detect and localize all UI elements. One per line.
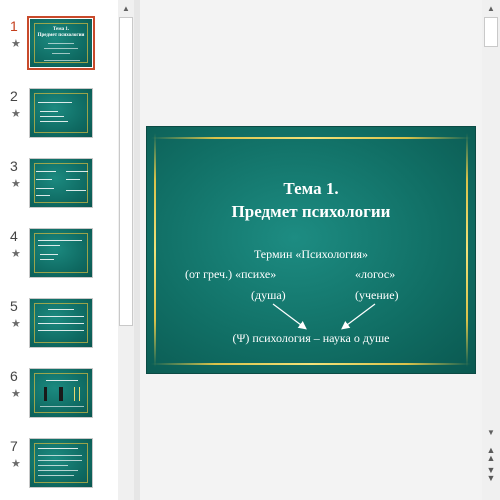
- slide-thumbnail-6[interactable]: 6 ★: [0, 368, 118, 430]
- text-line: [40, 254, 58, 255]
- text-line: [38, 323, 84, 324]
- text-line: [40, 406, 84, 407]
- conclusion-text[interactable]: (Ψ) психология – наука о душе: [147, 331, 475, 346]
- slide-thumbnail-4[interactable]: 4 ★: [0, 228, 118, 290]
- text-line: [38, 240, 82, 241]
- slide-number: 4: [10, 228, 18, 244]
- slide-preview[interactable]: [29, 298, 93, 348]
- text-line: [66, 190, 86, 191]
- down-arrow-icon[interactable]: ▼: [483, 424, 499, 440]
- arrow-right: [341, 303, 376, 330]
- double-down-arrow-icon[interactable]: ▼ ▼: [483, 466, 499, 483]
- slide-thumbnail-3[interactable]: 3 ★: [0, 158, 118, 220]
- text-line: [48, 309, 74, 310]
- text-line: [36, 171, 56, 172]
- current-slide[interactable]: Тема 1. Предмет психологии Термин «Психо…: [146, 126, 476, 374]
- text-line: [38, 330, 84, 331]
- figure-shape: [59, 387, 63, 401]
- figure-shape: [44, 387, 47, 401]
- text-line: [48, 43, 74, 44]
- slide-number: 1: [10, 18, 18, 34]
- gold-frame: [34, 443, 88, 483]
- text-line: [38, 465, 68, 466]
- slide-preview[interactable]: [29, 88, 93, 138]
- text-line: [46, 380, 78, 381]
- text-line: [38, 455, 82, 456]
- text-line: [40, 111, 58, 112]
- animation-star-icon: ★: [11, 388, 21, 400]
- slide-preview[interactable]: Тема 1. Предмет психологии: [27, 16, 95, 70]
- text-line: [36, 179, 52, 180]
- slide-preview[interactable]: [29, 438, 93, 488]
- gold-frame: [34, 163, 88, 203]
- arrow-left: [272, 303, 307, 330]
- text-line: [66, 179, 80, 180]
- slide-number: 3: [10, 158, 18, 174]
- animation-star-icon: ★: [11, 248, 21, 260]
- presentation-editor: 1 ★ Тема 1. Предмет психологии 2 ★ 3 ★ 4…: [0, 0, 500, 500]
- animation-star-icon: ★: [11, 458, 21, 470]
- scrollbar-thumb[interactable]: [119, 17, 133, 326]
- slide-number: 7: [10, 438, 18, 454]
- slide-thumbnail-2[interactable]: 2 ★: [0, 88, 118, 150]
- text-line: [38, 316, 84, 317]
- text-line: [44, 60, 80, 61]
- text-line: [38, 460, 82, 461]
- gold-frame: [34, 233, 88, 273]
- slide-number: 6: [10, 368, 18, 384]
- text-line: [52, 53, 70, 54]
- thumb-title: Тема 1.: [52, 27, 70, 32]
- thumb-subtitle: Предмет психологии: [37, 33, 85, 38]
- slide-thumbnail-7[interactable]: 7 ★: [0, 438, 118, 500]
- text-line: [36, 188, 54, 189]
- text-line: [38, 245, 60, 246]
- slide-number: 2: [10, 88, 18, 104]
- slide-thumbnail-1[interactable]: 1 ★ Тема 1. Предмет психологии: [0, 16, 118, 80]
- slide-thumbnail-5[interactable]: 5 ★: [0, 298, 118, 360]
- text-line: [38, 470, 78, 471]
- double-up-arrow-icon[interactable]: ▲ ▲: [483, 446, 499, 463]
- text-line: [40, 121, 68, 122]
- slide-preview[interactable]: [29, 158, 93, 208]
- scrollbar-thumb[interactable]: [484, 17, 498, 47]
- text-line: [38, 102, 72, 103]
- slide-editing-pane: Тема 1. Предмет психологии Термин «Психо…: [140, 0, 482, 500]
- slide-scrollbar[interactable]: ▲ ▼: [482, 0, 500, 500]
- thumbnail-scrollbar[interactable]: ▲: [118, 0, 134, 500]
- figure-shape: [74, 387, 80, 401]
- gold-frame: [34, 93, 88, 133]
- up-arrow-icon[interactable]: ▲: [118, 0, 134, 16]
- text-line: [40, 116, 64, 117]
- slide-preview[interactable]: [29, 228, 93, 278]
- animation-star-icon: ★: [11, 318, 21, 330]
- animation-star-icon: ★: [11, 38, 21, 50]
- text-line: [38, 448, 78, 449]
- up-arrow-icon[interactable]: ▲: [483, 0, 499, 16]
- slide-preview[interactable]: [29, 368, 93, 418]
- text-line: [40, 259, 54, 260]
- text-line: [36, 195, 50, 196]
- slide-thumbnail-pane: 1 ★ Тема 1. Предмет психологии 2 ★ 3 ★ 4…: [0, 0, 118, 500]
- animation-star-icon: ★: [11, 178, 21, 190]
- text-line: [38, 475, 74, 476]
- text-line: [66, 171, 88, 172]
- animation-star-icon: ★: [11, 108, 21, 120]
- text-line: [44, 48, 78, 49]
- slide-number: 5: [10, 298, 18, 314]
